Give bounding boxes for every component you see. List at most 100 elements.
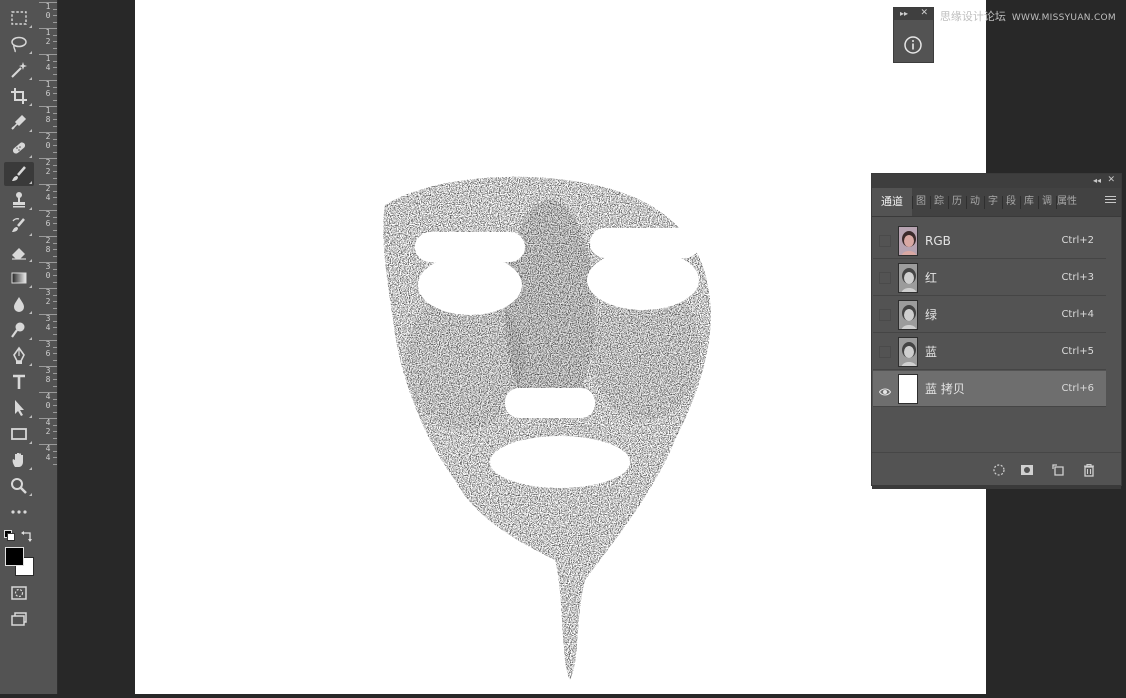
gradient-icon[interactable] [4,266,34,290]
info-icon[interactable] [903,35,923,55]
ruler-tick [53,151,57,153]
quick-mask-icon[interactable] [4,581,34,605]
swap-colors-icon[interactable] [21,527,33,542]
ruler-tick [53,86,57,88]
crop-icon[interactable] [4,84,34,108]
ruler-tick [39,340,57,341]
visibility-toggle[interactable] [879,346,891,358]
ruler-tick [53,450,57,452]
visibility-toggle[interactable] [879,272,891,284]
expand-panel-icon[interactable]: ▸▸ [900,9,908,18]
channel-shortcut: Ctrl+4 [1061,309,1094,320]
load-selection-icon[interactable] [992,462,1006,476]
ruler-tick [53,463,57,465]
ruler-tick [53,320,57,322]
ruler-tick [53,223,57,224]
ruler-tick [53,353,57,354]
eye-icon[interactable] [878,383,892,396]
channel-row[interactable]: 红 Ctrl+3 [873,260,1106,296]
ruler-tick [39,444,57,445]
type-icon[interactable] [4,370,34,394]
ruler-tick [53,21,57,23]
rectangle-shape-icon[interactable] [4,422,34,446]
ruler-tick [39,106,57,107]
ruler-tick [53,73,57,75]
ruler-tick [53,138,57,140]
ruler-tick [53,93,57,94]
collapse-panel-icon[interactable]: ◂◂ [1093,176,1101,185]
blur-icon[interactable] [4,292,34,316]
brush-icon[interactable] [4,162,34,186]
save-mask-icon[interactable] [1020,462,1034,476]
close-panel-icon[interactable]: ✕ [1107,175,1115,185]
tab-panel-2[interactable]: 踪 [930,188,948,216]
tab-panel-4[interactable]: 动 [966,188,984,216]
healing-brush-icon[interactable] [4,136,34,160]
ruler-tick [39,132,57,133]
tab-panel-6[interactable]: 段 [1002,188,1020,216]
info-panel-header: ▸▸ ✕ [894,8,933,20]
channel-name: 红 [925,271,938,285]
ruler-tick [53,177,57,179]
ruler-label: 1 8 [45,106,51,124]
channel-row[interactable]: 蓝 拷贝 Ctrl+6 [873,371,1106,407]
close-panel-icon[interactable]: ✕ [920,8,928,18]
tab-panel-1[interactable]: 图 [912,188,930,216]
ruler-tick [39,236,57,237]
tab-panel-9[interactable]: 属性 [1056,188,1078,216]
dodge-icon[interactable] [4,318,34,342]
ruler-label: 1 2 [45,28,51,46]
ruler-tick [39,210,57,211]
panel-menu-icon[interactable] [1105,196,1116,206]
eraser-icon[interactable] [4,240,34,264]
history-brush-icon[interactable] [4,214,34,238]
visibility-toggle[interactable] [879,309,891,321]
hand-icon[interactable] [4,448,34,472]
channel-row[interactable]: 蓝 Ctrl+5 [873,334,1106,370]
pasteboard [58,0,135,694]
screen-mode-icon[interactable] [4,607,34,631]
pen-icon[interactable] [4,344,34,368]
more-tools-icon[interactable] [4,500,34,524]
ruler-tick [39,366,57,367]
foreground-color-swatch[interactable] [5,547,24,566]
delete-channel-icon[interactable] [1082,462,1096,477]
tab-panel-7[interactable]: 库 [1020,188,1038,216]
tab-panel-3[interactable]: 历 [948,188,966,216]
tab-panel-8[interactable]: 调 [1038,188,1056,216]
ruler-tick [53,145,57,146]
channel-row[interactable]: RGB Ctrl+2 [873,223,1106,259]
ruler-tick [53,281,57,283]
magic-wand-icon[interactable] [4,58,34,82]
panel-resize-handle[interactable] [872,486,1121,489]
tab-panel-5[interactable]: 字 [984,188,1002,216]
ruler-tick [53,294,57,296]
path-selection-icon[interactable] [4,396,34,420]
ruler-tick [53,398,57,400]
channel-thumbnail [898,374,918,404]
channel-row[interactable]: 绿 Ctrl+4 [873,297,1106,333]
info-panel-collapsed: ▸▸ ✕ [893,7,934,63]
marquee-icon[interactable] [4,6,34,30]
ruler-tick [53,379,57,380]
ruler-tick [53,431,57,432]
zoom-icon[interactable] [4,474,34,498]
new-channel-icon[interactable] [1052,462,1066,476]
ruler-tick [53,60,57,62]
channel-list-scrollbar[interactable] [1109,218,1119,454]
tab-channels[interactable]: 通道 [872,188,912,216]
stamp-icon[interactable] [4,188,34,212]
ruler-tick [53,229,57,231]
ruler-label: 1 0 [45,2,51,20]
channel-shortcut: Ctrl+2 [1061,235,1094,246]
ruler-label: 4 0 [45,392,51,410]
eyedropper-icon[interactable] [4,110,34,134]
visibility-toggle[interactable] [879,235,891,247]
ruler-tick [53,437,57,439]
document-canvas[interactable] [135,0,986,694]
ruler-label: 3 2 [45,288,51,306]
ruler-tick [53,333,57,335]
default-colors-icon[interactable] [4,530,15,541]
ruler-tick [53,171,57,172]
lasso-icon[interactable] [4,32,34,56]
